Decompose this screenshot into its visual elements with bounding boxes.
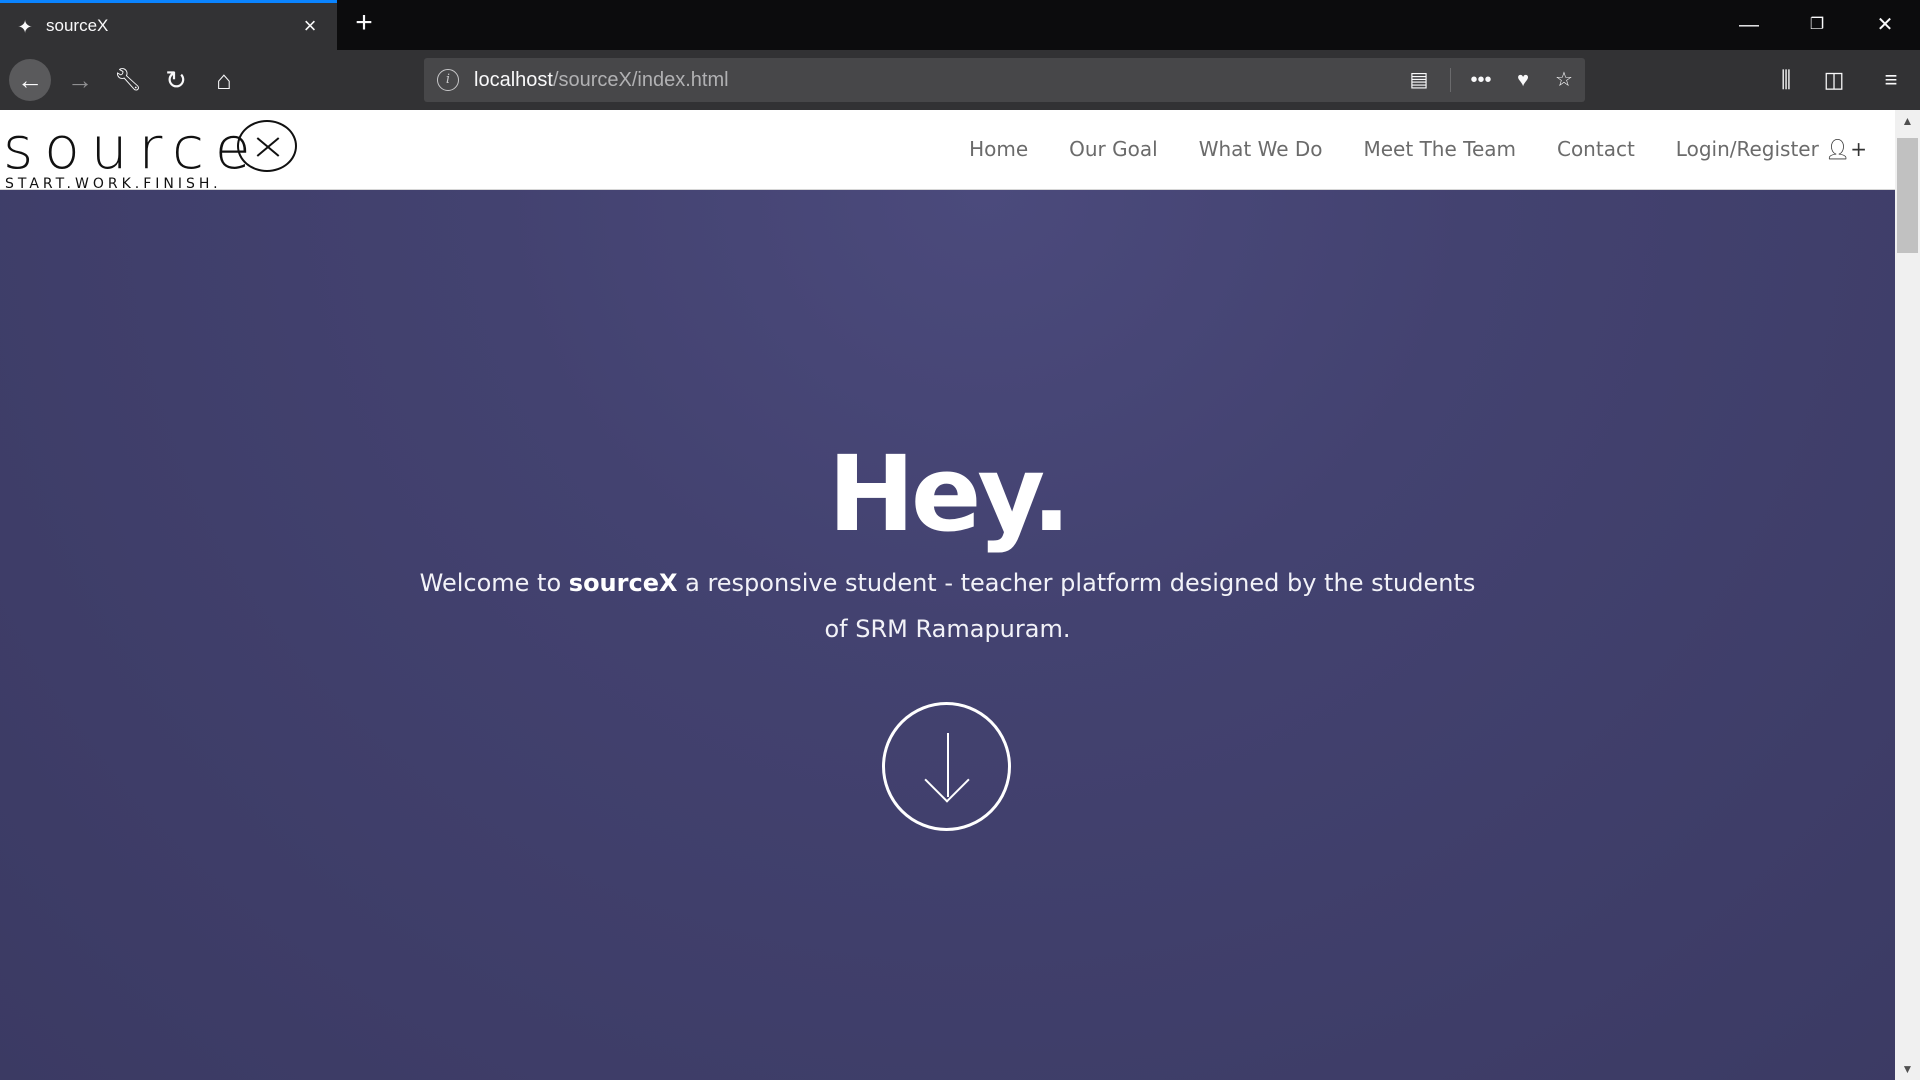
user-plus-icon: 👤︎+	[1824, 137, 1867, 161]
menu-item-contact[interactable]: Contact	[1557, 137, 1635, 161]
hero-section: Hey. Welcome to sourceX a responsive stu…	[0, 190, 1895, 1080]
hero-intro-brand: sourceX	[568, 569, 678, 597]
hero-intro-after: a responsive student - teacher platform …	[677, 569, 1476, 643]
puzzle-icon: ✦	[17, 17, 33, 37]
scroll-up-arrow-icon[interactable]: ▲	[1895, 110, 1920, 132]
new-tab-button[interactable]: +	[349, 8, 379, 39]
logo-wordmark: source	[3, 114, 262, 182]
scroll-down-arrow-icon[interactable]	[882, 702, 1011, 831]
menu-item-login-register[interactable]: Login/Register 👤︎+	[1676, 137, 1867, 161]
hero-title: Hey.	[827, 433, 1071, 555]
menu-hamburger-icon[interactable]: ≡	[1875, 64, 1907, 96]
address-bar[interactable]: i localhost/sourceX/index.html ▤ ••• ♥ ☆	[424, 58, 1585, 102]
more-actions-icon[interactable]: •••	[1468, 67, 1494, 93]
scroll-thumb[interactable]	[1897, 138, 1918, 253]
close-window-icon[interactable]: ✕	[1862, 10, 1908, 40]
hero-intro: Welcome to sourceX a responsive student …	[410, 560, 1485, 652]
info-icon[interactable]: i	[437, 69, 459, 91]
scroll-down-icon[interactable]: ▼	[1895, 1058, 1920, 1080]
forward-button[interactable]: →	[59, 59, 101, 101]
menu-item-home[interactable]: Home	[969, 137, 1028, 161]
hero-intro-before: Welcome to	[419, 569, 569, 597]
site-logo[interactable]: source START.WORK.FINISH.	[3, 114, 303, 192]
restore-icon[interactable]: ❐	[1794, 10, 1840, 40]
wrench-icon[interactable]: 🔧︎	[107, 59, 149, 101]
library-icon[interactable]: ⫼	[1770, 64, 1802, 96]
menu-item-what-we-do[interactable]: What We Do	[1199, 137, 1323, 161]
logo-x-mark	[237, 120, 297, 172]
navigation-toolbar: ← → 🔧︎ ↻ ⌂ i localhost/sourceX/index.htm…	[0, 50, 1920, 110]
back-button[interactable]: ←	[9, 59, 51, 101]
reader-view-icon[interactable]: ▤	[1406, 67, 1432, 93]
site-header: source START.WORK.FINISH. Home Our Goal …	[0, 110, 1895, 192]
page-scrollbar[interactable]: ▲ ▼	[1895, 110, 1920, 1080]
page-viewport: source START.WORK.FINISH. Home Our Goal …	[0, 110, 1920, 1080]
login-register-label: Login/Register	[1675, 137, 1819, 161]
tab-strip: ✦ sourceX × + — ❐ ✕	[0, 0, 1920, 50]
menu-item-meet-the-team[interactable]: Meet The Team	[1364, 137, 1516, 161]
browser-tab-active[interactable]: ✦ sourceX ×	[0, 0, 337, 50]
url-path: /sourceX/index.html	[552, 69, 729, 91]
reload-button[interactable]: ↻	[155, 59, 197, 101]
url-host: localhost	[474, 69, 553, 91]
tab-title: sourceX	[46, 16, 109, 35]
url-text[interactable]: localhost/sourceX/index.html	[474, 69, 729, 92]
minimize-icon[interactable]: —	[1726, 10, 1772, 40]
close-tab-icon[interactable]: ×	[299, 15, 321, 37]
home-button[interactable]: ⌂	[203, 59, 245, 101]
bookmark-star-icon[interactable]: ☆	[1551, 67, 1577, 93]
sidebar-icon[interactable]: ◫	[1818, 64, 1850, 96]
pocket-icon[interactable]: ♥	[1510, 67, 1536, 93]
menu-item-our-goal[interactable]: Our Goal	[1069, 137, 1158, 161]
main-menu: Home Our Goal What We Do Meet The Team C…	[928, 137, 1867, 161]
url-separator	[1450, 68, 1451, 92]
